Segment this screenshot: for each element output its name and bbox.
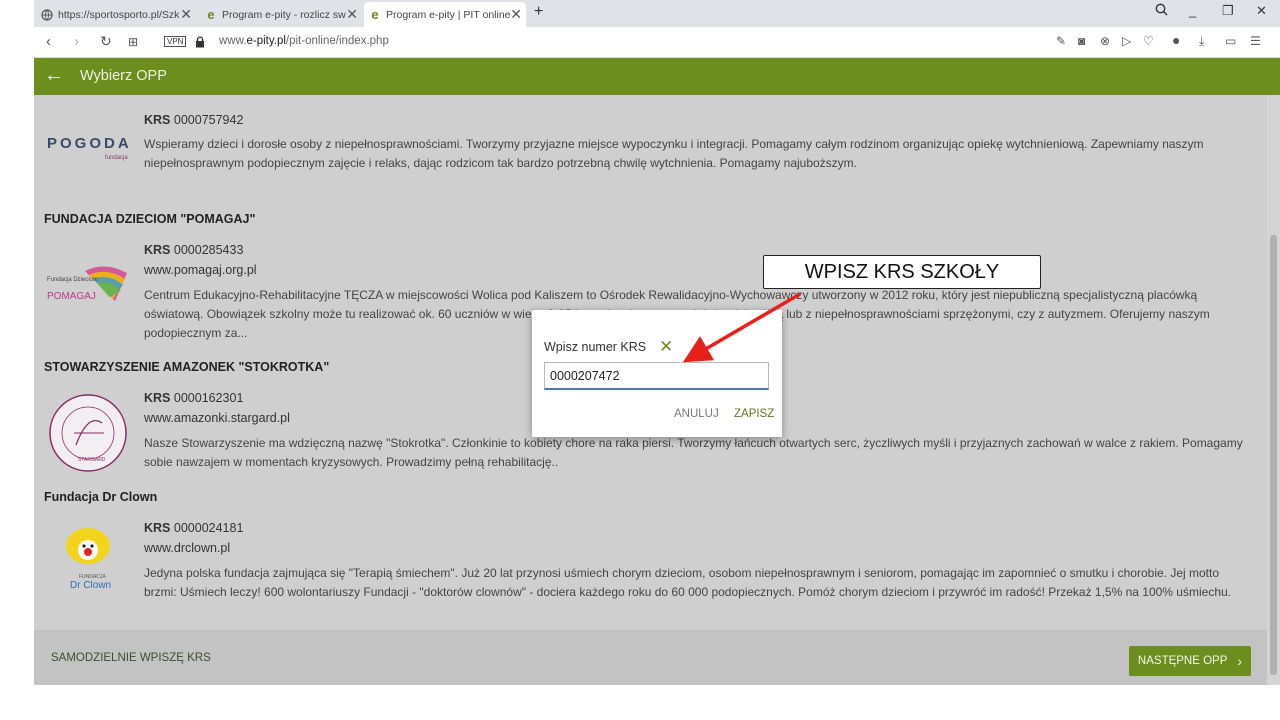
- org-logo: FUNDACJA Dr Clown: [44, 524, 132, 596]
- org-website[interactable]: www.amazonki.stargard.pl: [144, 411, 290, 425]
- org-name: FUNDACJA DZIECIOM "POMAGAJ": [44, 212, 256, 226]
- send-icon[interactable]: ▷: [1122, 34, 1131, 48]
- logo-text: POMAGAJ: [47, 291, 96, 302]
- close-tab-icon[interactable]: ✕: [180, 6, 192, 23]
- org-website[interactable]: www.pomagaj.org.pl: [144, 263, 257, 277]
- new-tab-icon[interactable]: +: [534, 3, 543, 21]
- close-window-icon[interactable]: ✕: [1256, 3, 1267, 19]
- logo-subtext: STARGARD: [78, 457, 106, 463]
- krs-line: KRS 0000162301: [144, 391, 243, 405]
- forward-icon[interactable]: ›: [74, 33, 79, 50]
- back-icon[interactable]: ‹: [46, 33, 51, 50]
- org-description: Nasze Stowarzyszenie ma wdzięczną nazwę …: [144, 436, 1243, 469]
- address-bar: ‹ › ↻ ⊞ VPN www.e-pity.pl/pit-online/ind…: [34, 27, 1280, 58]
- krs-line: KRS 0000757942: [144, 113, 243, 127]
- battery-icon[interactable]: ▭: [1225, 34, 1236, 48]
- logo-text: Dr Clown: [70, 580, 111, 591]
- url-path: /pit-online/index.php: [285, 35, 389, 47]
- grid-icon[interactable]: ⊞: [128, 35, 138, 49]
- logo-subtext: fundacja: [105, 155, 128, 161]
- browser-tab[interactable]: https://sportosporto.pl/Szk ✕: [36, 2, 196, 27]
- tab-label: https://sportosporto.pl/Szk: [58, 8, 180, 21]
- cancel-button[interactable]: ANULUJ: [674, 408, 719, 420]
- krs-label: KRS: [144, 521, 171, 535]
- org-name: Fundacja Dr Clown: [44, 490, 158, 504]
- next-opp-button[interactable]: NASTĘPNE OPP ›: [1129, 646, 1251, 676]
- krs-line: KRS 0000285433: [144, 243, 243, 257]
- profile-icon[interactable]: ●: [1172, 32, 1180, 48]
- back-arrow-icon[interactable]: ←: [44, 64, 64, 87]
- page-title: Wybierz OPP: [80, 68, 167, 84]
- lock-icon: [195, 35, 205, 53]
- krs-label: KRS: [144, 243, 171, 257]
- org-logo: POMAGAJ Fundacja Dzieciom: [44, 253, 132, 319]
- annotation-callout: WPISZ KRS SZKOŁY: [763, 255, 1041, 289]
- heart-icon[interactable]: ♡: [1143, 34, 1154, 48]
- browser-tab-active[interactable]: e Program e-pity | PIT online ✕: [364, 2, 526, 27]
- browser-tab-bar: https://sportosporto.pl/Szk ✕ e Program …: [34, 0, 1280, 27]
- krs-label: KRS: [144, 113, 171, 127]
- org-logo: STARGARD: [44, 393, 132, 473]
- camera-icon[interactable]: ◙: [1078, 34, 1085, 48]
- chevron-right-icon: ›: [1237, 653, 1243, 669]
- menu-icon[interactable]: ☰: [1250, 34, 1261, 48]
- tab-label: Program e-pity | PIT online: [386, 8, 511, 21]
- url-domain: e-pity.pl: [246, 35, 286, 47]
- block-icon[interactable]: ⊗: [1100, 34, 1110, 48]
- close-icon[interactable]: ✕: [659, 337, 673, 357]
- url-field[interactable]: www.e-pity.pl/pit-online/index.php: [219, 35, 389, 47]
- minimize-icon[interactable]: _: [1189, 3, 1196, 18]
- download-icon[interactable]: ⤓: [1199, 34, 1204, 49]
- krs-number: 0000285433: [173, 243, 244, 257]
- next-opp-label: NASTĘPNE OPP: [1137, 655, 1228, 667]
- logo-text: POGODA: [47, 135, 131, 152]
- globe-icon: [40, 8, 54, 22]
- logo-subtext: Fundacja Dzieciom: [47, 277, 98, 283]
- krs-dialog: Wpisz numer KRS ✕ ANULUJ ZAPISZ: [532, 310, 782, 437]
- footer-bar: SAMODZIELNIE WPISZĘ KRS NASTĘPNE OPP ›: [34, 630, 1267, 685]
- krs-number: 0000162301: [173, 391, 244, 405]
- epity-icon: e: [371, 7, 379, 22]
- edit-icon[interactable]: ✎: [1056, 34, 1066, 48]
- krs-number: 0000024181: [173, 521, 244, 535]
- close-tab-icon[interactable]: ✕: [510, 6, 522, 23]
- restore-icon[interactable]: ❐: [1222, 3, 1234, 19]
- save-button[interactable]: ZAPISZ: [734, 408, 774, 420]
- krs-line: KRS 0000024181: [144, 521, 243, 535]
- krs-number: 0000757942: [173, 113, 244, 127]
- krs-label: KRS: [144, 391, 171, 405]
- scrollbar-thumb[interactable]: [1270, 235, 1277, 675]
- search-icon[interactable]: [1155, 3, 1168, 19]
- org-description: Wspieramy dzieci i dorosłe osoby z niepe…: [144, 137, 1204, 170]
- scrollbar[interactable]: [1267, 95, 1280, 685]
- org-logo: POGODA fundacja: [44, 113, 132, 179]
- org-name: STOWARZYSZENIE AMAZONEK "STOKROTKA": [44, 360, 330, 374]
- browser-tab[interactable]: e Program e-pity - rozlicz sw ✕: [200, 2, 362, 27]
- url-prefix: www.: [219, 35, 247, 47]
- krs-input[interactable]: [544, 362, 769, 390]
- self-krs-link[interactable]: SAMODZIELNIE WPISZĘ KRS: [51, 652, 211, 664]
- close-tab-icon[interactable]: ✕: [346, 6, 358, 23]
- epity-icon: e: [207, 7, 215, 22]
- org-website[interactable]: www.drclown.pl: [144, 541, 230, 555]
- dialog-title: Wpisz numer KRS: [544, 340, 647, 354]
- org-description: Jedyna polska fundacja zajmująca się "Te…: [144, 566, 1231, 599]
- vpn-badge[interactable]: VPN: [164, 36, 187, 47]
- tab-label: Program e-pity - rozlicz sw: [222, 8, 346, 21]
- header-bar: ← Wybierz OPP: [34, 58, 1280, 95]
- reload-icon[interactable]: ↻: [100, 33, 112, 50]
